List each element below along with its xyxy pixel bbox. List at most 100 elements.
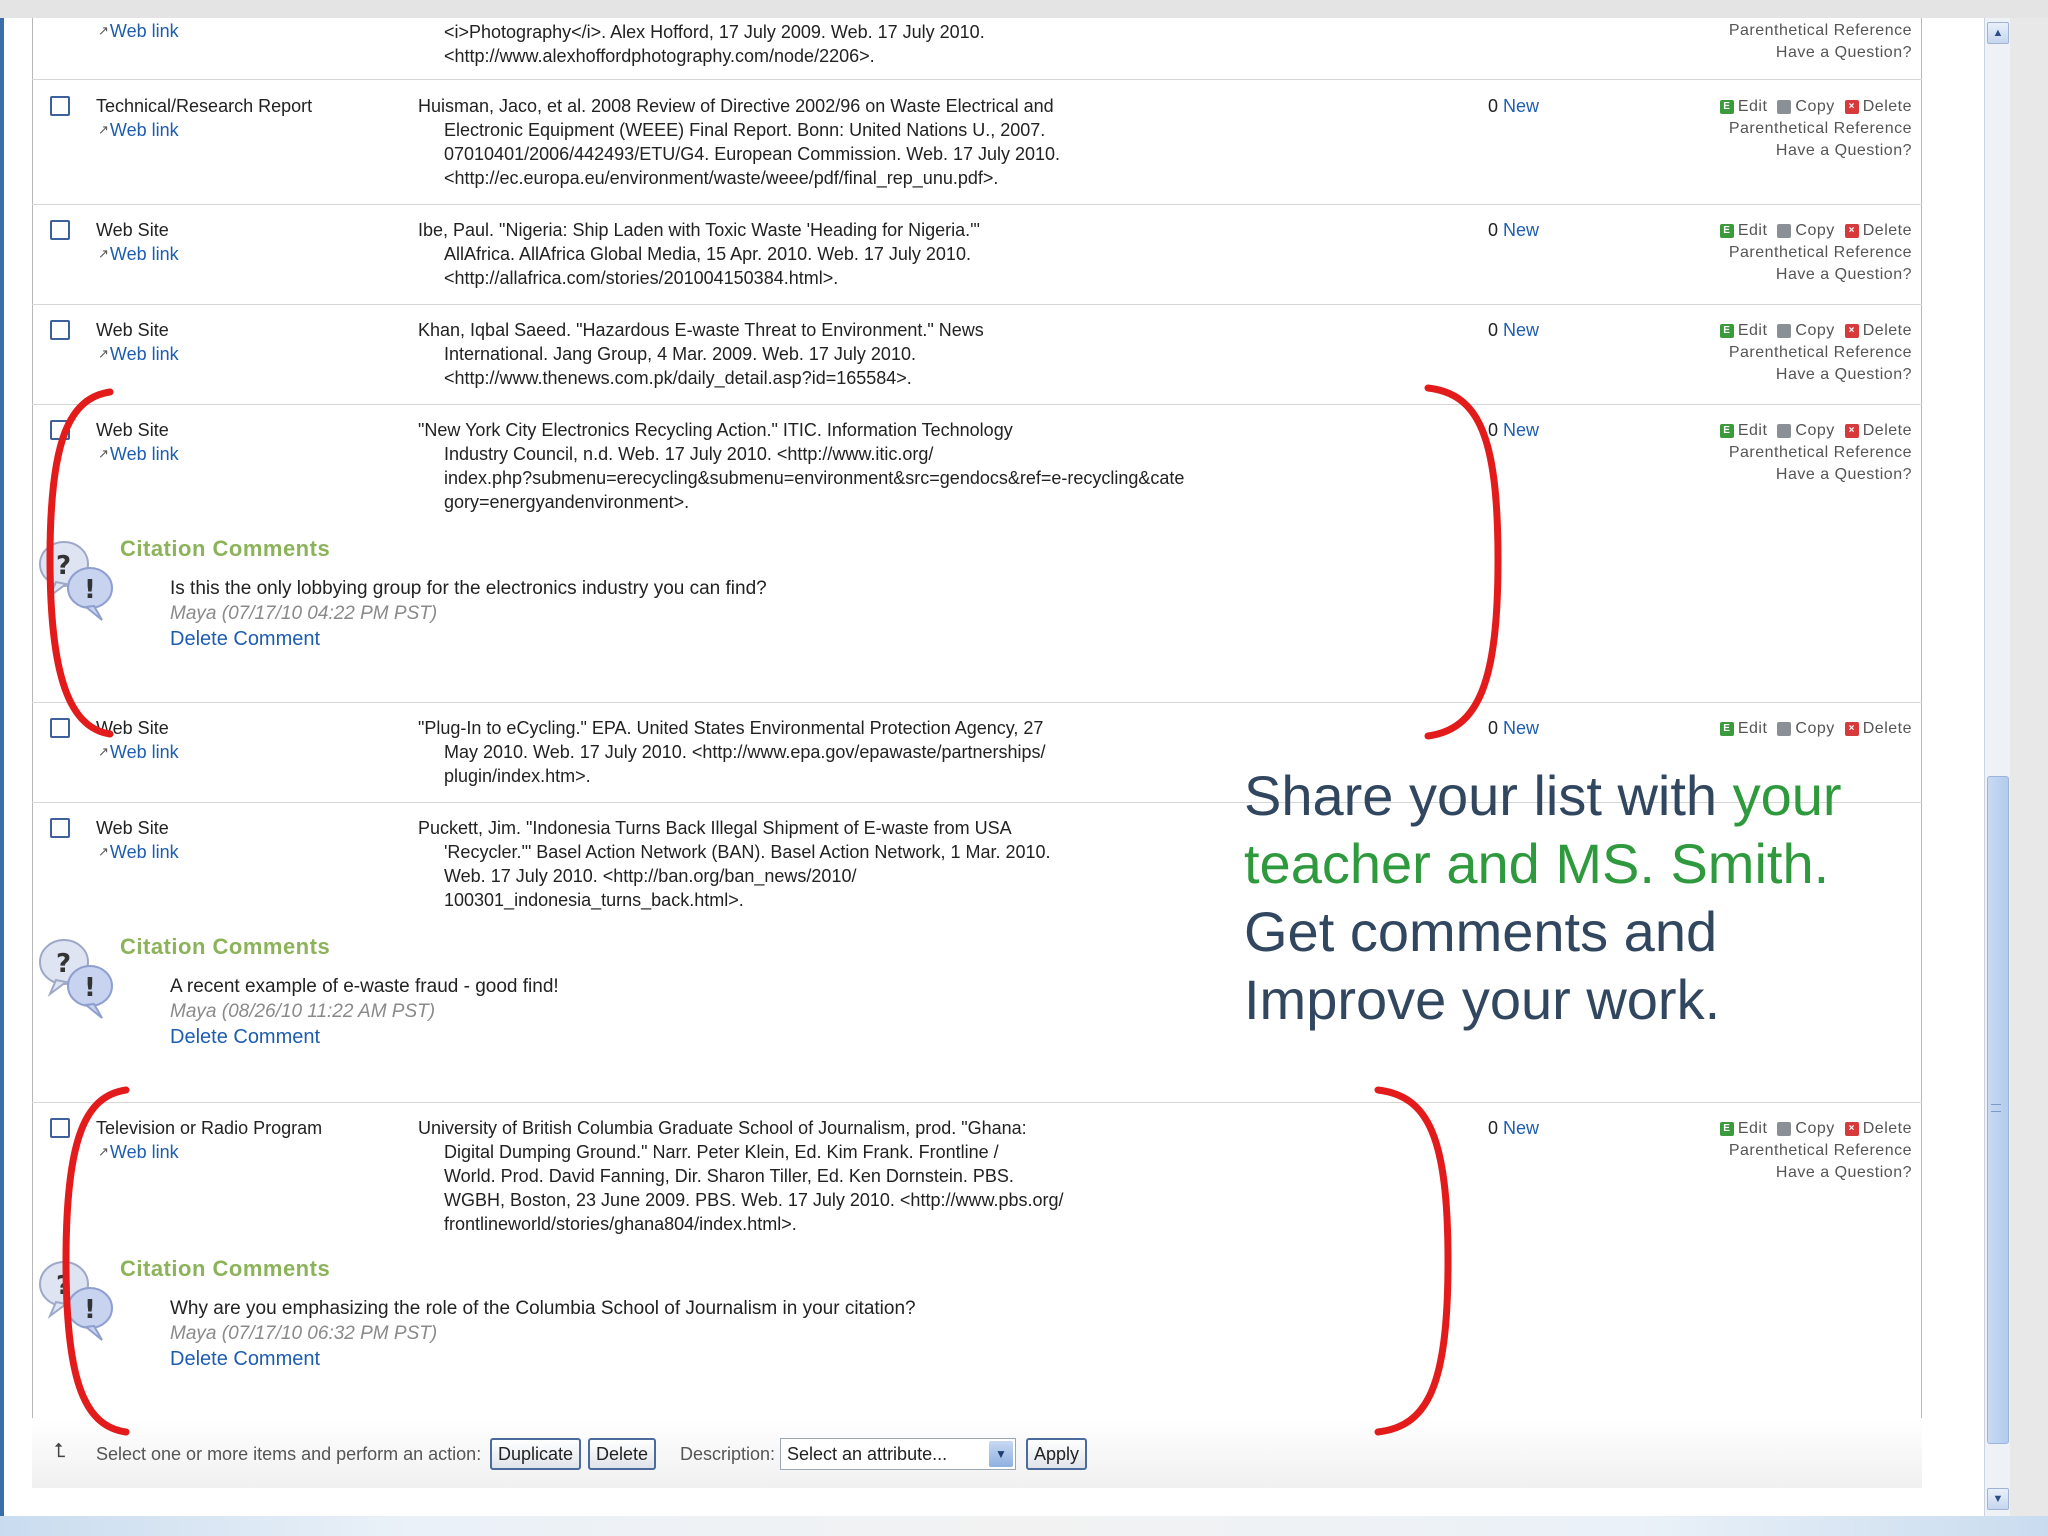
comments-title: Citation Comments [120, 934, 331, 959]
citation-row: Web Site ↗Web link Ibe, Paul. "Nigeria: … [32, 205, 1922, 305]
have-a-question-link[interactable]: Have a Question? [1692, 42, 1912, 64]
delete-icon: × [1844, 722, 1859, 736]
source-type: Technical/Research Report [96, 96, 313, 116]
description-label: Description: [680, 1444, 776, 1464]
edit-icon: E [1719, 324, 1734, 338]
copy-action[interactable]: Copy [1777, 320, 1834, 342]
web-link[interactable]: ↗Web link [98, 244, 179, 265]
delete-button[interactable]: Delete [588, 1438, 657, 1470]
have-a-question-link[interactable]: Have a Question? [1692, 140, 1912, 162]
copy-action[interactable]: Copy [1777, 220, 1834, 242]
row-actions: Parenthetical Reference Have a Question? [1692, 20, 1912, 64]
external-link-icon: ↗ [98, 122, 109, 137]
overlay-part-3: Get comments and Improve your work. [1244, 900, 1721, 1031]
comment-count: 0 New [1488, 96, 1540, 116]
delete-icon: × [1844, 100, 1859, 114]
edit-action[interactable]: E Edit [1719, 96, 1768, 118]
citation-row: Web Site ↗Web link Khan, Iqbal Saeed. "H… [32, 305, 1922, 405]
edit-action[interactable]: E Edit [1719, 320, 1768, 342]
new-comment-link[interactable]: New [1503, 220, 1539, 240]
delete-action[interactable]: × Delete [1844, 718, 1912, 740]
left-bracket-annotation [46, 388, 114, 738]
new-comment-link[interactable]: New [1503, 420, 1539, 440]
web-link[interactable]: ↗Web link [98, 21, 179, 42]
parenthetical-reference-link[interactable]: Parenthetical Reference [1692, 118, 1912, 140]
have-a-question-link[interactable]: Have a Question? [1692, 264, 1912, 286]
row-actions: E Edit Copy × Delete Parenthetical Referen… [1692, 96, 1912, 162]
have-a-question-link[interactable]: Have a Question? [1692, 364, 1912, 386]
attribute-select-value: Select an attribute... [787, 1444, 948, 1464]
scroll-up-button[interactable]: ▲ [1987, 22, 2009, 44]
edit-icon: E [1719, 722, 1734, 736]
source-type: Web Site [96, 220, 169, 240]
copy-action[interactable]: Copy [1777, 420, 1834, 442]
instruction-overlay-text: Share your list with your teacher and MS… [1244, 762, 1904, 1034]
edit-action[interactable]: E Edit [1719, 220, 1768, 242]
row-checkbox[interactable] [50, 96, 70, 116]
copy-icon [1777, 100, 1792, 114]
apply-button[interactable]: Apply [1026, 1438, 1088, 1470]
web-link[interactable]: ↗Web link [98, 842, 179, 863]
delete-action[interactable]: × Delete [1844, 220, 1912, 242]
row-checkbox[interactable] [50, 818, 70, 838]
delete-icon: × [1844, 324, 1859, 338]
web-link[interactable]: ↗Web link [98, 120, 179, 141]
new-comment-link[interactable]: New [1503, 96, 1539, 116]
delete-action[interactable]: × Delete [1844, 320, 1912, 342]
comment-text: Why are you emphasizing the role of the … [170, 1298, 916, 1319]
vertical-scrollbar[interactable]: ▲ ▼ [1984, 18, 2010, 1516]
copy-action[interactable]: Copy [1777, 96, 1834, 118]
citation-text: Khan, Iqbal Saeed. "Hazardous E-waste Th… [418, 320, 984, 388]
select-arrow-icon: ⮤ [54, 1440, 66, 1462]
question-comment-icon: ? ! [39, 939, 113, 1019]
attribute-select[interactable]: Select an attribute... ▼ [780, 1438, 1016, 1470]
delete-action[interactable]: × Delete [1844, 420, 1912, 442]
have-a-question-link[interactable]: Have a Question? [1692, 1162, 1912, 1184]
delete-action[interactable]: × Delete [1844, 96, 1912, 118]
scroll-grip-icon [1991, 1104, 2001, 1112]
parenthetical-reference-link[interactable]: Parenthetical Reference [1692, 20, 1912, 42]
copy-action[interactable]: Copy [1777, 718, 1834, 740]
top-strip [0, 0, 2048, 18]
citation-text: <i>Photography</i>. Alex Hofford, 17 Jul… [444, 22, 985, 66]
scroll-down-button[interactable]: ▼ [1987, 1488, 2009, 1510]
edit-icon: E [1719, 424, 1734, 438]
edit-action[interactable]: E Edit [1719, 1118, 1768, 1140]
copy-action[interactable]: Copy [1777, 1118, 1834, 1140]
duplicate-button[interactable]: Duplicate [490, 1438, 582, 1470]
parenthetical-reference-link[interactable]: Parenthetical Reference [1692, 442, 1912, 464]
row-checkbox[interactable] [50, 320, 70, 340]
citation-text: Ibe, Paul. "Nigeria: Ship Laden with Tox… [418, 220, 980, 288]
delete-comment-link[interactable]: Delete Comment [170, 1348, 320, 1371]
comments-title: Citation Comments [120, 1256, 331, 1281]
edit-action[interactable]: E Edit [1719, 420, 1768, 442]
external-link-icon: ↗ [98, 246, 109, 261]
parenthetical-reference-link[interactable]: Parenthetical Reference [1692, 242, 1912, 264]
source-type: Web Site [96, 320, 169, 340]
copy-icon [1777, 324, 1792, 338]
web-link[interactable]: ↗Web link [98, 344, 179, 365]
right-bracket-annotation [1374, 1086, 1452, 1436]
external-link-icon: ↗ [98, 23, 109, 38]
citation-text: Puckett, Jim. "Indonesia Turns Back Ille… [418, 818, 1051, 910]
right-bracket-annotation [1424, 384, 1502, 740]
parenthetical-reference-link[interactable]: Parenthetical Reference [1692, 1140, 1912, 1162]
row-actions: E Edit Copy × Delete [1692, 718, 1912, 740]
delete-action[interactable]: × Delete [1844, 1118, 1912, 1140]
new-comment-link[interactable]: New [1503, 320, 1539, 340]
edit-icon: E [1719, 224, 1734, 238]
delete-comment-link[interactable]: Delete Comment [170, 628, 320, 651]
have-a-question-link[interactable]: Have a Question? [1692, 464, 1912, 486]
bulk-action-hint: Select one or more items and perform an … [96, 1444, 482, 1464]
edit-icon: E [1719, 100, 1734, 114]
parenthetical-reference-link[interactable]: Parenthetical Reference [1692, 342, 1912, 364]
citation-text: Huisman, Jaco, et al. 2008 Review of Dir… [418, 96, 1061, 188]
comments-title: Citation Comments [120, 536, 331, 561]
delete-comment-link[interactable]: Delete Comment [170, 1026, 320, 1049]
chevron-down-icon: ▼ [989, 1441, 1013, 1467]
edit-action[interactable]: E Edit [1719, 718, 1768, 740]
new-comment-link[interactable]: New [1503, 1118, 1539, 1138]
row-checkbox[interactable] [50, 220, 70, 240]
new-comment-link[interactable]: New [1503, 718, 1539, 738]
web-link[interactable]: ↗Web link [98, 742, 179, 763]
